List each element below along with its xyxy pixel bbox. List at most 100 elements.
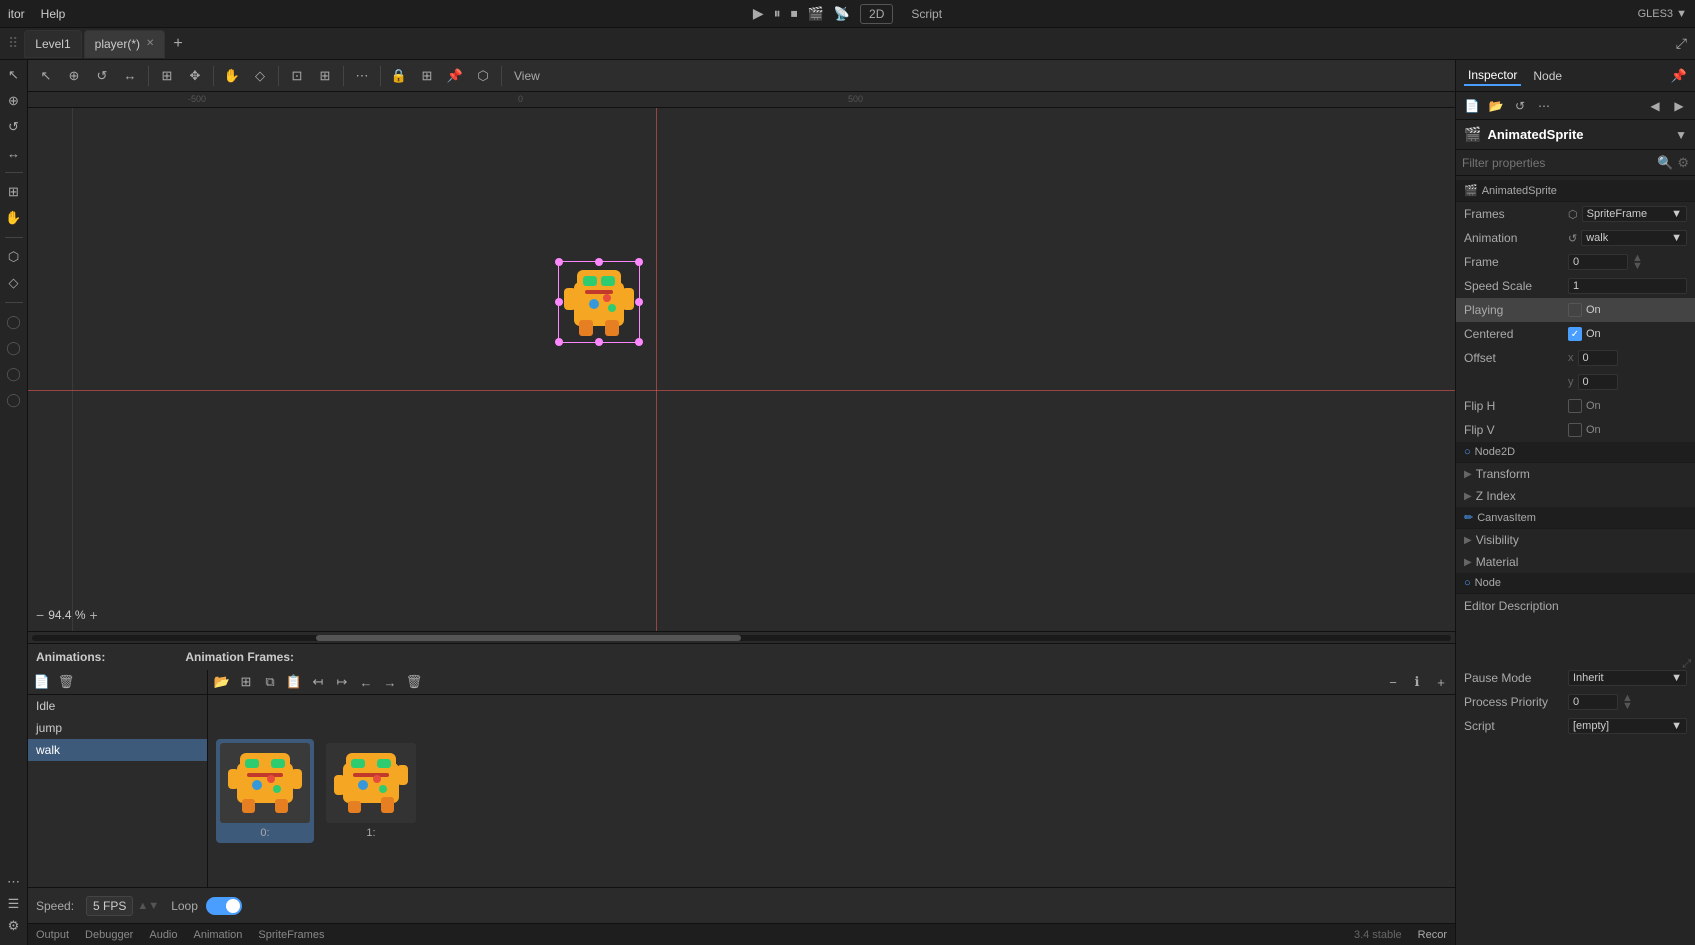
status-tab-debugger[interactable]: Debugger	[85, 929, 133, 941]
toolbar-scale[interactable]: ↔	[118, 64, 142, 88]
frames-dropdown[interactable]: SpriteFrame ▼	[1582, 206, 1687, 222]
tool-bone[interactable]: ⬡	[3, 246, 25, 268]
flip-v-checkbox[interactable]	[1568, 423, 1582, 437]
play-button[interactable]: ▶	[753, 5, 764, 22]
flip-h-checkbox[interactable]	[1568, 399, 1582, 413]
scrollbar-track[interactable]	[32, 635, 1451, 641]
anim-item-walk[interactable]: walk	[28, 739, 207, 761]
frames-info-btn[interactable]: ℹ	[1407, 672, 1427, 692]
menu-help[interactable]: Help	[41, 7, 66, 21]
frames-zoom-in-btn[interactable]: +	[1431, 672, 1451, 692]
toolbar-rotate[interactable]: ↺	[90, 64, 114, 88]
stop-button[interactable]: ⏹	[791, 5, 798, 22]
centered-checkbox[interactable]: ✓	[1568, 327, 1582, 341]
frames-next-btn[interactable]: ↦	[332, 672, 352, 692]
tool-grid[interactable]: ⊞	[3, 181, 25, 203]
node-tab[interactable]: Node	[1529, 67, 1566, 85]
handle-bl[interactable]	[555, 338, 563, 346]
toolbar-grid[interactable]: ⊞	[155, 64, 179, 88]
playing-checkbox[interactable]	[1568, 303, 1582, 317]
toolbar-pan[interactable]: ✋	[220, 64, 244, 88]
remote-button[interactable]: 📡	[834, 6, 850, 22]
frames-fwd-btn[interactable]: →	[380, 672, 400, 692]
speed-value[interactable]: 5 FPS	[86, 896, 133, 916]
handle-ml[interactable]	[555, 298, 563, 306]
fullscreen-button[interactable]: ⤢	[1676, 35, 1687, 52]
zoom-plus[interactable]: +	[90, 607, 98, 623]
handle-tm[interactable]	[595, 258, 603, 266]
handle-bm[interactable]	[595, 338, 603, 346]
anim-item-idle[interactable]: Idle	[28, 695, 207, 717]
speed-scale-input[interactable]	[1568, 278, 1687, 294]
status-tab-animation[interactable]: Animation	[194, 929, 243, 941]
handle-tl[interactable]	[555, 258, 563, 266]
frames-prev-btn[interactable]: ↤	[308, 672, 328, 692]
frames-zoom-out-btn[interactable]: −	[1383, 672, 1403, 692]
process-priority-spinbox[interactable]: ▲▼	[1622, 694, 1633, 710]
inspector-tab[interactable]: Inspector	[1464, 66, 1521, 86]
tab-player-close[interactable]: ✕	[146, 38, 154, 49]
editor-desc-expand[interactable]: ⤢	[1682, 658, 1691, 666]
tool-settings[interactable]: ⚙	[3, 915, 25, 937]
transform-collapse[interactable]: ▶ Transform	[1456, 463, 1695, 485]
frames-delete-btn[interactable]: 🗑	[404, 672, 424, 692]
toolbar-lock[interactable]: 🔒	[387, 64, 411, 88]
node-dropdown-btn[interactable]: ▼	[1675, 128, 1687, 142]
toolbar-group[interactable]: ⊞	[415, 64, 439, 88]
anim-item-jump[interactable]: jump	[28, 717, 207, 739]
mode-script-button[interactable]: Script	[903, 5, 950, 23]
tool-list[interactable]: ☰	[3, 893, 25, 915]
scrollbar-thumb[interactable]	[316, 635, 742, 641]
filter-input[interactable]	[1462, 156, 1653, 170]
toolbar-local[interactable]: ⊞	[313, 64, 337, 88]
toolbar-measure[interactable]: ◇	[248, 64, 272, 88]
tab-player[interactable]: player(*) ✕	[84, 30, 166, 58]
canvas-scrollbar[interactable]	[28, 631, 1455, 643]
toolbar-transform[interactable]: ⊡	[285, 64, 309, 88]
status-tab-spriteframes[interactable]: SpriteFrames	[258, 929, 324, 941]
toolbar-snap[interactable]: ✥	[183, 64, 207, 88]
tab-level1[interactable]: Level1	[24, 30, 81, 58]
toolbar-move[interactable]: ⊕	[62, 64, 86, 88]
pause-mode-dropdown[interactable]: Inherit ▼	[1568, 670, 1687, 686]
toolbar-pin[interactable]: 📌	[443, 64, 467, 88]
insp-refresh-btn[interactable]: ↺	[1510, 96, 1530, 116]
view-menu-button[interactable]: View	[508, 67, 546, 85]
pause-button[interactable]: ⏸	[774, 5, 781, 22]
anim-add-file-btn[interactable]: 📄	[32, 672, 52, 692]
insp-folder-btn[interactable]: 📂	[1486, 96, 1506, 116]
frames-grid-btn[interactable]: ⊞	[236, 672, 256, 692]
frames-open-btn[interactable]: 📂	[212, 672, 232, 692]
tool-polygon[interactable]: ◇	[3, 272, 25, 294]
loop-toggle-switch[interactable]	[206, 897, 242, 915]
insp-more-btn[interactable]: ⋯	[1534, 96, 1554, 116]
recor-button[interactable]: Recor	[1418, 929, 1447, 941]
menu-itor[interactable]: itor	[8, 7, 25, 21]
filter-more-icon[interactable]: ⚙	[1677, 155, 1689, 171]
anim-delete-btn[interactable]: 🗑	[56, 672, 76, 692]
frames-copy-btn[interactable]: ⧉	[260, 672, 280, 692]
mode-2d-button[interactable]: 2D	[860, 4, 893, 24]
insp-file-btn[interactable]: 📄	[1462, 96, 1482, 116]
process-priority-input[interactable]	[1568, 694, 1618, 710]
toolbar-more[interactable]: ⋯	[350, 64, 374, 88]
tool-scale[interactable]: ↔	[3, 142, 25, 164]
handle-mr[interactable]	[635, 298, 643, 306]
handle-tr[interactable]	[635, 258, 643, 266]
zoom-minus[interactable]: −	[36, 607, 44, 623]
handle-br[interactable]	[635, 338, 643, 346]
speed-input[interactable]: 5 FPS ▲▼	[86, 896, 159, 916]
tool-move[interactable]: ⊕	[3, 90, 25, 112]
offset-y-input[interactable]	[1578, 374, 1618, 390]
toolbar-vis[interactable]: ⬡	[471, 64, 495, 88]
visibility-collapse[interactable]: ▶ Visibility	[1456, 529, 1695, 551]
tool-pan[interactable]: ✋	[3, 207, 25, 229]
frame-item-0[interactable]: 0:	[216, 739, 314, 843]
insp-nav-fwd[interactable]: ▶	[1669, 96, 1689, 116]
toolbar-select[interactable]: ↖	[34, 64, 58, 88]
tab-add-button[interactable]: +	[167, 35, 188, 53]
frame-input[interactable]	[1568, 254, 1628, 270]
status-tab-output[interactable]: Output	[36, 929, 69, 941]
frames-back-btn[interactable]: ←	[356, 672, 376, 692]
material-collapse[interactable]: ▶ Material	[1456, 551, 1695, 573]
